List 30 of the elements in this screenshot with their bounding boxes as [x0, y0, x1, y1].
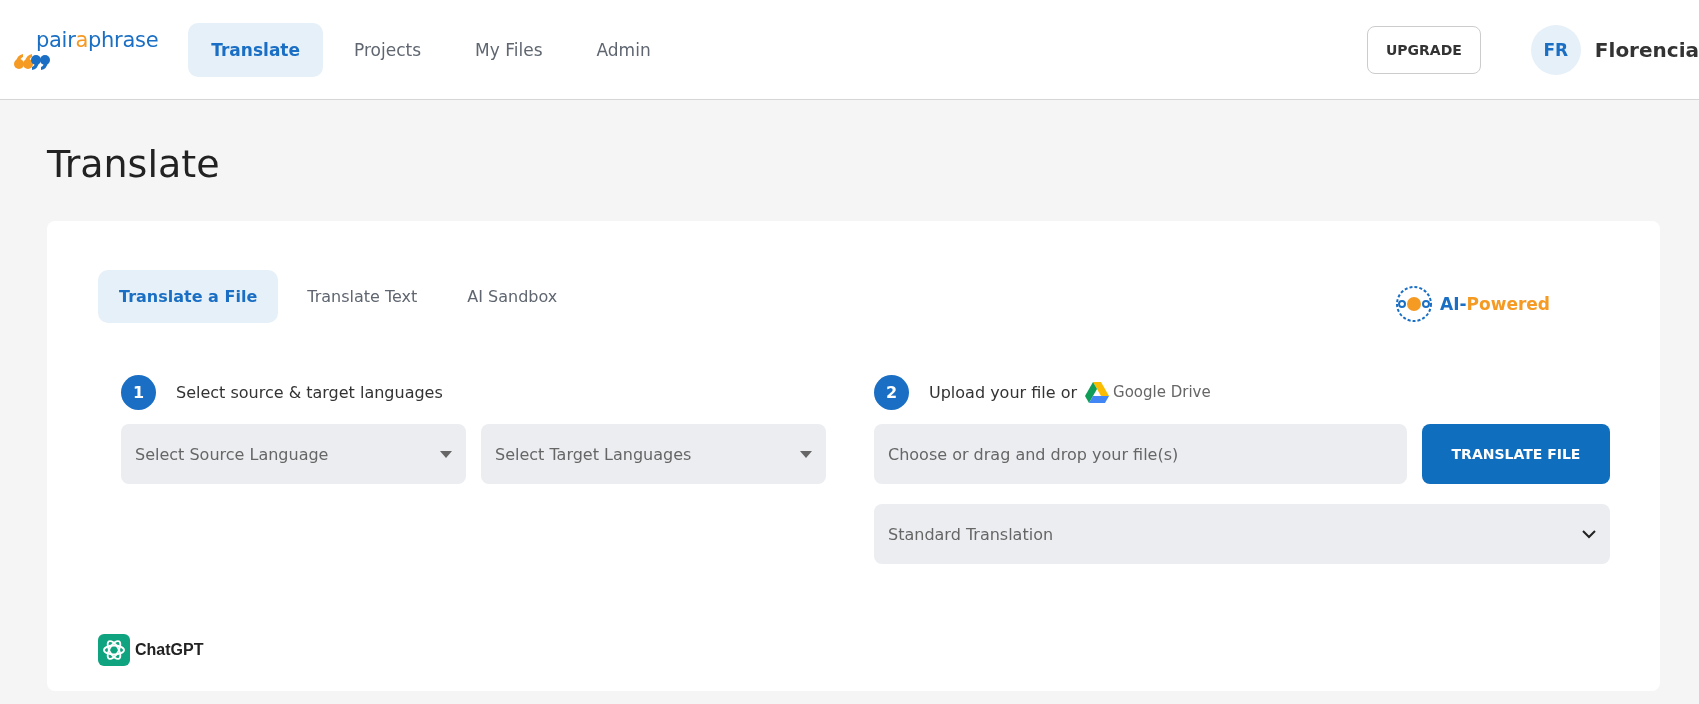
mode-tab[interactable]: AI Sandbox — [446, 270, 579, 323]
target-language-dropdown[interactable]: Select Target Languages — [481, 424, 826, 484]
engine-label: ChatGPT — [135, 641, 204, 659]
drive-logo-icon[interactable] — [1085, 381, 1110, 403]
chatgpt-logo-icon — [98, 634, 130, 666]
logo-text: pairaphrase — [35, 27, 159, 52]
step-number: 1 — [121, 374, 156, 410]
translation-mode-dropdown[interactable]: Standard Translation — [874, 504, 1610, 564]
nav-tab[interactable]: Translate — [188, 22, 323, 77]
translate-file-button[interactable]: TRANSLATE FILE — [1422, 424, 1610, 484]
mode-tab[interactable]: Translate a File — [98, 270, 279, 323]
step-label: Select source & target languages — [176, 382, 443, 402]
google-drive-link[interactable]: Google Drive — [1113, 383, 1211, 401]
ai-powered-label: AI-Powered — [1440, 294, 1550, 314]
upgrade-button[interactable]: UPGRADE — [1366, 25, 1481, 74]
file-drop-field[interactable]: Choose or drag and drop your file(s) — [874, 424, 1407, 484]
caret-down-icon — [440, 450, 452, 458]
quote-marks-icon — [14, 51, 50, 72]
step-number: 2 — [874, 374, 909, 410]
user-avatar[interactable]: FR — [1530, 24, 1581, 75]
page-title: Translate — [47, 142, 221, 186]
nav-tab[interactable]: Admin — [573, 22, 674, 77]
nav-tab[interactable]: My Files — [452, 22, 566, 77]
mode-tab[interactable]: Translate Text — [286, 270, 439, 323]
caret-down-icon — [800, 450, 812, 458]
source-language-dropdown[interactable]: Select Source Language — [121, 424, 466, 484]
step-label: Upload your file or — [929, 382, 1078, 402]
nav-tab[interactable]: Projects — [331, 22, 445, 77]
user-name: Florencia — [1594, 37, 1699, 62]
chevron-down-icon — [1582, 529, 1596, 539]
